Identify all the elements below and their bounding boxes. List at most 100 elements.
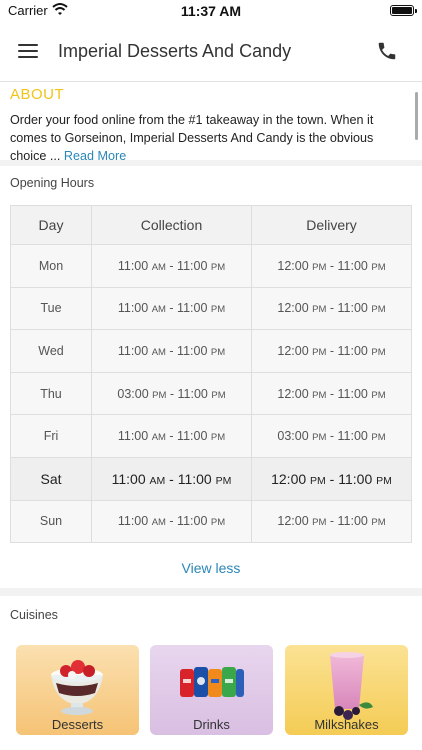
meridiem-label: PM [312, 346, 327, 358]
collection-hours-cell: 11:00 AM - 11:00 PM [91, 244, 252, 288]
day-cell: Fri [10, 414, 92, 458]
page-title: Imperial Desserts And Candy [58, 41, 292, 61]
time-value: 11:00 [177, 386, 208, 401]
time-value: 11:00 [177, 514, 208, 529]
time-value: 11:00 [117, 301, 149, 316]
time-value: 03:00 [277, 429, 309, 444]
meridiem-label: PM [210, 346, 226, 358]
cuisines-section: Cuisines Desserts Drinks Milkshakes [0, 596, 422, 750]
column-header-delivery: Delivery [251, 205, 412, 245]
hamburger-menu-icon[interactable] [18, 43, 40, 60]
app-header: Imperial Desserts And Candy [0, 22, 422, 82]
table-row: Mon 11:00 AM - 11:00 PM 12:00 PM - 11:00 P… [10, 244, 412, 288]
about-section: ABOUT Order your food online from the #1… [0, 82, 422, 163]
time-value: 12:00 [277, 386, 309, 401]
cuisine-card-milkshakes[interactable]: Milkshakes [285, 645, 408, 735]
delivery-hours-cell: 12:00 PM - 11:00 PM [251, 329, 412, 373]
meridiem-label: AM [151, 346, 166, 358]
time-value: 11:00 [177, 258, 208, 273]
day-cell: Thu [10, 371, 92, 416]
cuisine-label: Desserts [51, 717, 104, 732]
time-value: 11:00 [117, 429, 149, 444]
day-cell: Wed [10, 329, 92, 373]
time-value: 12:00 [271, 470, 307, 487]
time-value: 03:00 [117, 386, 149, 401]
meridiem-label: AM [151, 261, 166, 273]
collection-hours-cell: 11:00 AM - 11:00 PM [91, 414, 252, 458]
collection-hours-cell: 11:00 AM - 11:00 PM [91, 286, 252, 331]
meridiem-label: AM [151, 517, 166, 529]
delivery-hours-cell: 03:00 PM - 11:00 PM [251, 414, 412, 458]
delivery-hours-cell: 12:00 PM - 11:00 PM [251, 499, 412, 544]
cuisine-card-desserts[interactable]: Desserts [16, 645, 139, 735]
meridiem-label: PM [312, 304, 327, 316]
meridiem-label: PM [152, 389, 167, 401]
time-value: 11:00 [337, 514, 368, 529]
time-value: 11:00 [337, 258, 368, 273]
meridiem-label: PM [312, 517, 327, 529]
time-value: 11:00 [337, 429, 368, 444]
meridiem-label: PM [210, 432, 226, 444]
meridiem-label: PM [210, 261, 226, 273]
table-row: Wed 11:00 AM - 11:00 PM 12:00 PM - 11:00 P… [10, 329, 412, 373]
table-row: Tue 11:00 AM - 11:00 PM 12:00 PM - 11:00 P… [10, 286, 412, 331]
opening-hours-heading: Opening Hours [10, 176, 95, 190]
day-cell: Tue [10, 286, 92, 331]
column-header-collection: Collection [91, 205, 252, 245]
cuisine-card-drinks[interactable]: Drinks [150, 645, 273, 735]
time-value: 11:00 [117, 343, 149, 358]
delivery-hours-cell: 12:00 PM - 11:00 PM [251, 456, 412, 501]
time-value: 12:00 [277, 258, 309, 273]
table-row: Sat 11:00 AM - 11:00 PM 12:00 PM - 11:00 P… [10, 456, 412, 501]
meridiem-label: PM [371, 346, 386, 358]
meridiem-label: PM [371, 432, 386, 444]
delivery-hours-cell: 12:00 PM - 11:00 PM [251, 286, 412, 331]
meridiem-label: PM [312, 261, 327, 273]
time-value: 11:00 [338, 470, 373, 487]
status-bar: Carrier 11:37 AM [0, 0, 422, 22]
time-value: 11:00 [177, 470, 212, 487]
about-ellipsis: ... [46, 149, 64, 163]
collection-hours-cell: 11:00 AM - 11:00 PM [91, 456, 252, 501]
opening-hours-table: Day Collection Delivery Mon 11:00 AM - 11… [10, 205, 412, 544]
collection-hours-cell: 11:00 AM - 11:00 PM [91, 329, 252, 373]
column-header-day: Day [10, 205, 92, 245]
collection-hours-cell: 11:00 AM - 11:00 PM [91, 499, 252, 544]
cuisines-heading: Cuisines [10, 608, 58, 622]
meridiem-label: PM [312, 432, 327, 444]
meridiem-label: AM [151, 304, 166, 316]
time-value: 12:00 [277, 301, 309, 316]
cuisine-label: Milkshakes [314, 717, 379, 732]
scrollbar[interactable] [415, 92, 418, 140]
collection-hours-cell: 03:00 PM - 11:00 PM [91, 371, 252, 416]
time-value: 11:00 [177, 343, 208, 358]
meridiem-label: PM [210, 517, 226, 529]
view-less-link[interactable]: View less [0, 560, 422, 576]
meridiem-label: PM [310, 474, 326, 487]
battery-icon [390, 5, 417, 16]
clock-label: 11:37 AM [180, 3, 242, 19]
meridiem-label: PM [371, 517, 386, 529]
table-header-row: Day Collection Delivery [10, 205, 412, 245]
about-text: Order your food online from the #1 takea… [10, 111, 412, 165]
cuisine-label: Drinks [193, 717, 230, 732]
read-more-link[interactable]: Read More [64, 149, 126, 163]
time-value: 11:00 [117, 514, 149, 529]
time-value: 12:00 [277, 514, 309, 529]
time-value: 12:00 [277, 343, 309, 358]
opening-hours-section: Opening Hours Day Collection Delivery Mo… [0, 166, 422, 588]
time-value: 11:00 [111, 470, 146, 487]
day-cell: Sun [10, 499, 92, 544]
day-cell: Sat [10, 456, 92, 501]
phone-icon[interactable] [376, 40, 400, 64]
time-value: 11:00 [117, 258, 149, 273]
time-value: 11:00 [177, 301, 208, 316]
meridiem-label: PM [215, 474, 232, 487]
table-row: Fri 11:00 AM - 11:00 PM 03:00 PM - 11:00 P… [10, 414, 412, 458]
meridiem-label: AM [149, 474, 166, 487]
time-value: 11:00 [337, 343, 368, 358]
time-value: 11:00 [337, 301, 368, 316]
delivery-hours-cell: 12:00 PM - 11:00 PM [251, 244, 412, 288]
day-cell: Mon [10, 244, 92, 288]
table-row: Sun 11:00 AM - 11:00 PM 12:00 PM - 11:00 P… [10, 499, 412, 544]
